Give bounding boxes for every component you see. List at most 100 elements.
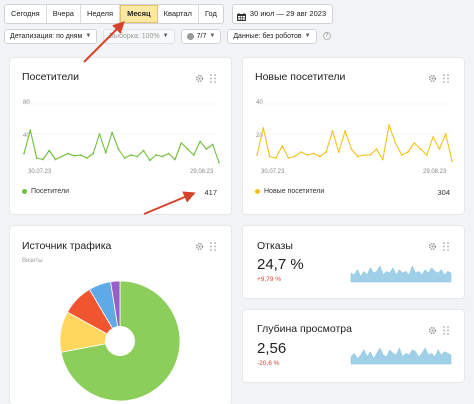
data-point (444, 133, 447, 135)
data-point (331, 130, 334, 132)
period-toolbar: Сегодня Вчера Неделя Месяц Квартал Год 30 июл… (4, 4, 334, 24)
data-point (350, 148, 353, 150)
period-button[interactable]: Неделя (80, 5, 121, 23)
segments-label: 7/7 (196, 32, 207, 40)
chevron-down-icon: ▼ (304, 32, 311, 39)
data-point (281, 145, 284, 147)
donut-hole (105, 326, 135, 356)
traffic-pie-chart (59, 280, 181, 402)
gear-icon[interactable] (195, 238, 204, 251)
data-point (381, 158, 384, 161)
visitors-line-chart (23, 103, 220, 164)
data-point (205, 148, 208, 150)
widget-title: Отказы (257, 240, 293, 252)
detail-dropdown[interactable]: Детализация: по дням ▼ (4, 28, 98, 44)
widget-tools (428, 70, 452, 83)
visitors-total: 417 (204, 188, 217, 197)
data-point (54, 158, 57, 161)
data-point (60, 155, 63, 158)
data-point (300, 151, 302, 153)
help-icon[interactable]: ? (322, 32, 331, 40)
x-axis-start-label: 30.07.23 (261, 169, 285, 175)
data-point (192, 154, 195, 156)
legend-dot (255, 189, 260, 194)
period-button[interactable]: Квартал (157, 5, 199, 23)
data-point (451, 160, 453, 162)
data-point (73, 154, 76, 157)
bounce-value: 24,7 % (257, 256, 304, 273)
segments-button[interactable]: 7/7 ▼ (180, 28, 222, 44)
data-point (67, 152, 69, 155)
data-point (155, 154, 157, 156)
data-point (161, 155, 164, 158)
date-range-label: 30 июл — 29 авг 2023 (249, 9, 327, 18)
gear-icon[interactable] (428, 238, 437, 251)
data-point (312, 152, 315, 155)
data-point (148, 159, 151, 162)
data-point (256, 154, 258, 156)
data-point (432, 136, 435, 138)
period-button[interactable]: Сегодня (5, 5, 47, 23)
x-axis-start-label: 30.07.23 (28, 169, 52, 175)
gear-icon[interactable] (428, 70, 437, 83)
detail-label: Детализация: по дням (10, 32, 83, 40)
x-axis-end-label: 29.08.23 (423, 169, 447, 175)
widget-title: Источник трафика (22, 240, 112, 252)
data-point (293, 155, 296, 158)
period-button[interactable]: Год (198, 5, 223, 23)
bounce-delta: +9,79 % (257, 276, 282, 283)
bounce-rate-widget: Отказы 24,7 % +9,79 % (243, 226, 464, 298)
calendar-icon (236, 10, 246, 21)
data-point (86, 157, 88, 159)
period-button[interactable]: Вчера (46, 5, 81, 23)
data-point (319, 155, 321, 158)
data-point (29, 129, 32, 132)
sample-label: Выборка: 100% (109, 32, 160, 40)
new-visitors-total: 304 (437, 188, 450, 197)
data-point (35, 157, 38, 159)
data-point (174, 158, 176, 161)
widget-tools (428, 322, 452, 335)
drag-handle-icon[interactable] (443, 322, 452, 335)
data-point (425, 154, 428, 156)
drag-handle-icon[interactable] (443, 238, 452, 251)
data-label: Данные: без роботов (233, 32, 302, 40)
data-point (413, 142, 416, 144)
gear-icon[interactable] (428, 322, 437, 335)
data-dropdown[interactable]: Данные: без роботов ▼ (227, 28, 317, 44)
sparkline-area (350, 265, 452, 283)
sparkline-area (350, 347, 452, 365)
period-button[interactable]: Месяц (120, 5, 158, 23)
widget-subtitle: Визиты (22, 258, 43, 264)
drag-handle-icon[interactable] (443, 70, 452, 83)
data-point (180, 142, 183, 144)
sample-dropdown[interactable]: Выборка: 100% ▼ (103, 28, 175, 44)
series-line (256, 124, 453, 162)
data-point (186, 148, 189, 150)
data-point (41, 158, 44, 161)
data-point (211, 143, 214, 146)
page-depth-widget: Глубина просмотра 2,56 -20,6 % (243, 310, 464, 382)
depth-delta: -20,6 % (257, 360, 280, 367)
data-point (167, 152, 170, 155)
data-point (268, 155, 271, 158)
gear-icon[interactable] (195, 70, 204, 83)
legend-dot (22, 189, 27, 194)
traffic-source-widget: Источник трафика Визиты (10, 226, 231, 404)
data-point (48, 149, 51, 152)
depth-value: 2,56 (257, 340, 287, 357)
data-point (419, 148, 422, 150)
data-point (130, 154, 132, 156)
widget-tools (195, 238, 219, 251)
data-point (325, 151, 328, 153)
widget-title: Посетители (22, 71, 79, 83)
date-range-button[interactable]: 30 июл — 29 авг 2023 (231, 4, 334, 24)
drag-handle-icon[interactable] (210, 70, 219, 83)
drag-handle-icon[interactable] (210, 238, 219, 251)
data-point (369, 154, 372, 156)
data-point (388, 124, 390, 126)
bounce-sparkline (350, 265, 452, 283)
data-point (123, 157, 126, 159)
data-point (218, 161, 220, 164)
chart-legend: Новые посетители (255, 188, 324, 195)
